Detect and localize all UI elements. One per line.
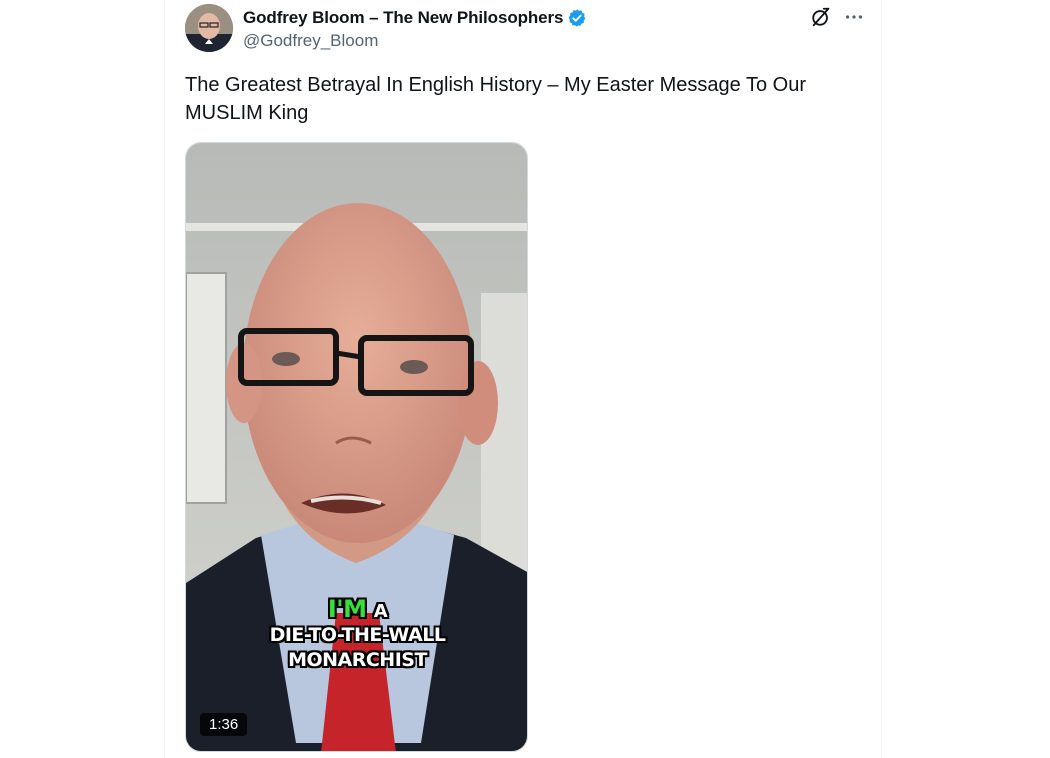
video-player[interactable]: I'M A DIE-TO-THE-WALL MONARCHIST 1:36 (185, 142, 528, 752)
display-name[interactable]: Godfrey Bloom – The New Philosophers (243, 8, 564, 28)
video-duration-badge: 1:36 (200, 713, 248, 736)
tweet-text: The Greatest Betrayal In English History… (185, 74, 806, 124)
avatar[interactable] (185, 4, 233, 52)
author-name-row: Godfrey Bloom – The New Philosophers (243, 6, 587, 30)
grok-button[interactable] (810, 6, 832, 28)
more-options-button[interactable] (843, 6, 865, 28)
video-caption-line-2: DIE-TO-THE-WALL (269, 624, 446, 646)
grok-icon (812, 7, 830, 27)
user-handle[interactable]: @Godfrey_Bloom (243, 31, 378, 51)
more-options-icon (845, 15, 863, 19)
caption-word: A (373, 601, 388, 622)
caption-highlight-word: I'M (327, 595, 367, 623)
video-caption-line-3: MONARCHIST (288, 649, 427, 671)
verified-badge-icon (568, 9, 586, 27)
tweet-column: Godfrey Bloom – The New Philosophers @Go… (164, 0, 882, 758)
video-caption-line-1: I'M A (186, 595, 527, 623)
